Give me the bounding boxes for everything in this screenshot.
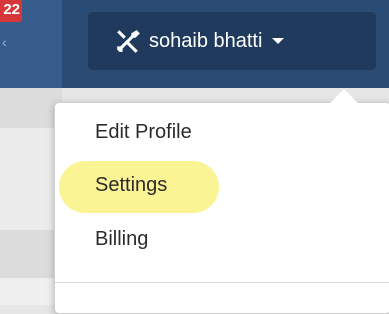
notification-badge[interactable]: 22 [0, 0, 22, 22]
nav-tab[interactable]: 22 ‹ [0, 0, 62, 88]
background-block [0, 278, 62, 305]
user-name: sohaib bhatti [149, 29, 263, 52]
chevron-left-icon: ‹ [2, 34, 7, 50]
menu-divider [55, 282, 389, 283]
user-menu-button[interactable]: sohaib bhatti [88, 12, 376, 70]
menu-item-edit-profile[interactable]: Edit Profile [95, 121, 192, 144]
menu-item-settings[interactable]: Settings [95, 174, 167, 197]
background-block [0, 128, 62, 230]
wrench-screwdriver-icon [117, 30, 140, 53]
background-panel [0, 88, 62, 305]
user-dropdown-menu: Edit Profile Settings Billing [54, 89, 389, 314]
dropdown-pointer [330, 89, 358, 103]
top-navbar: 22 ‹ sohaib bhatti [0, 0, 389, 88]
caret-down-icon [272, 38, 285, 44]
menu-item-billing[interactable]: Billing [95, 228, 148, 251]
